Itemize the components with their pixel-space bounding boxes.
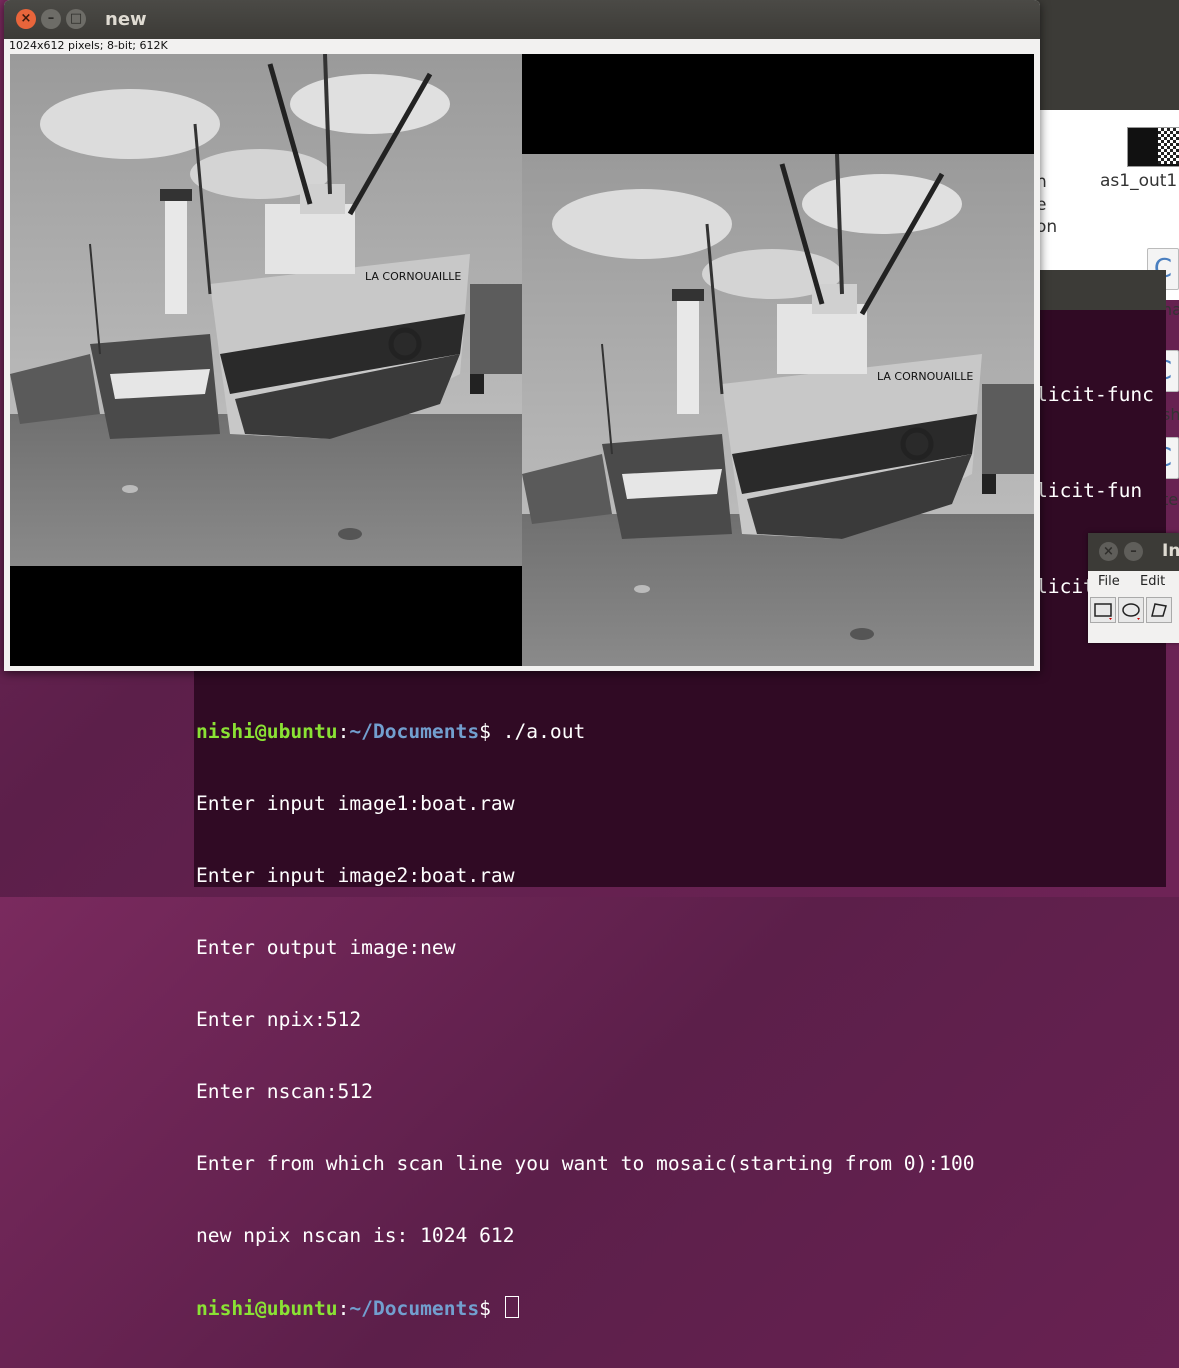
toolbar-window-title: In: [1162, 541, 1179, 561]
boat-name-text: LA CORNOUAILLE: [365, 270, 461, 283]
boat-name-text: LA CORNOUAILLE: [877, 370, 973, 383]
terminal-output-line: Enter from which scan line you want to m…: [196, 1152, 975, 1175]
image-window-title: new: [105, 9, 147, 30]
thumbnail-checker-pattern: [1158, 128, 1179, 164]
terminal-output-line: Enter nscan:512: [196, 1080, 373, 1103]
close-icon[interactable]: ×: [16, 9, 36, 29]
terminal-output-line: new npix nscan is: 1024 612: [196, 1224, 515, 1247]
terminal-prompt-line: nishi@ubuntu:~/Documents$ ./a.out: [196, 720, 975, 744]
terminal-fragment: licit: [1036, 575, 1095, 598]
prompt-user: nishi@ubuntu: [196, 720, 338, 743]
terminal-fragment: licit-fun: [1036, 479, 1143, 502]
prompt-path: ~/Documents: [349, 1297, 480, 1320]
prompt-user: nishi@ubuntu: [196, 1297, 338, 1320]
terminal-output-line: Enter output image:new: [196, 936, 456, 959]
boat-photo-right: LA CORNOUAILLE: [522, 154, 1034, 666]
thumbnail-label[interactable]: as1_out1: [1100, 171, 1177, 191]
image-window-titlebar[interactable]: × – □ new: [4, 0, 1040, 39]
polygon-tool-icon[interactable]: [1146, 597, 1172, 623]
prompt-command: $: [479, 1297, 503, 1320]
terminal-fragment: licit-func: [1036, 383, 1154, 406]
terminal-cursor[interactable]: [504, 1296, 519, 1318]
menu-file[interactable]: File: [1098, 574, 1120, 589]
menu-edit[interactable]: Edit: [1140, 574, 1165, 589]
toolbar-window-titlebar[interactable]: × – In: [1088, 533, 1179, 571]
terminal-prompt-line: nishi@ubuntu:~/Documents$: [196, 1296, 975, 1320]
terminal-output-line: Enter input image2:boat.raw: [196, 864, 515, 887]
boat-photo-left: LA CORNOUAILLE: [10, 54, 522, 566]
prompt-command: $ ./a.out: [479, 720, 586, 743]
tool-buttons: [1090, 597, 1179, 623]
as1-out1-thumbnail[interactable]: [1127, 127, 1179, 167]
minimize-icon[interactable]: –: [41, 9, 61, 29]
imagej-toolbar-window[interactable]: × – In File Edit: [1088, 533, 1179, 643]
prompt-separator: :: [337, 1297, 350, 1320]
image-window[interactable]: × – □ new 1024x612 pixels; 8-bit; 612K L…: [4, 0, 1040, 671]
prompt-separator: :: [337, 720, 350, 743]
terminal-output-line: Enter input image1:boat.raw: [196, 792, 515, 815]
prompt-path: ~/Documents: [349, 720, 480, 743]
image-info-bar: 1024x612 pixels; 8-bit; 612K: [9, 39, 168, 52]
oval-tool-icon[interactable]: [1118, 597, 1144, 623]
mosaic-image-canvas[interactable]: LA CORNOUAILLE LA CORNOUAILLE: [10, 54, 1034, 666]
maximize-icon[interactable]: □: [66, 9, 86, 29]
terminal-output-line: Enter npix:512: [196, 1008, 362, 1031]
rectangle-tool-icon[interactable]: [1090, 597, 1116, 623]
close-icon[interactable]: ×: [1099, 542, 1118, 561]
minimize-icon[interactable]: –: [1124, 542, 1143, 561]
terminal-output[interactable]: nishi@ubuntu:~/Documents$ ./a.out Enter …: [196, 672, 975, 1368]
